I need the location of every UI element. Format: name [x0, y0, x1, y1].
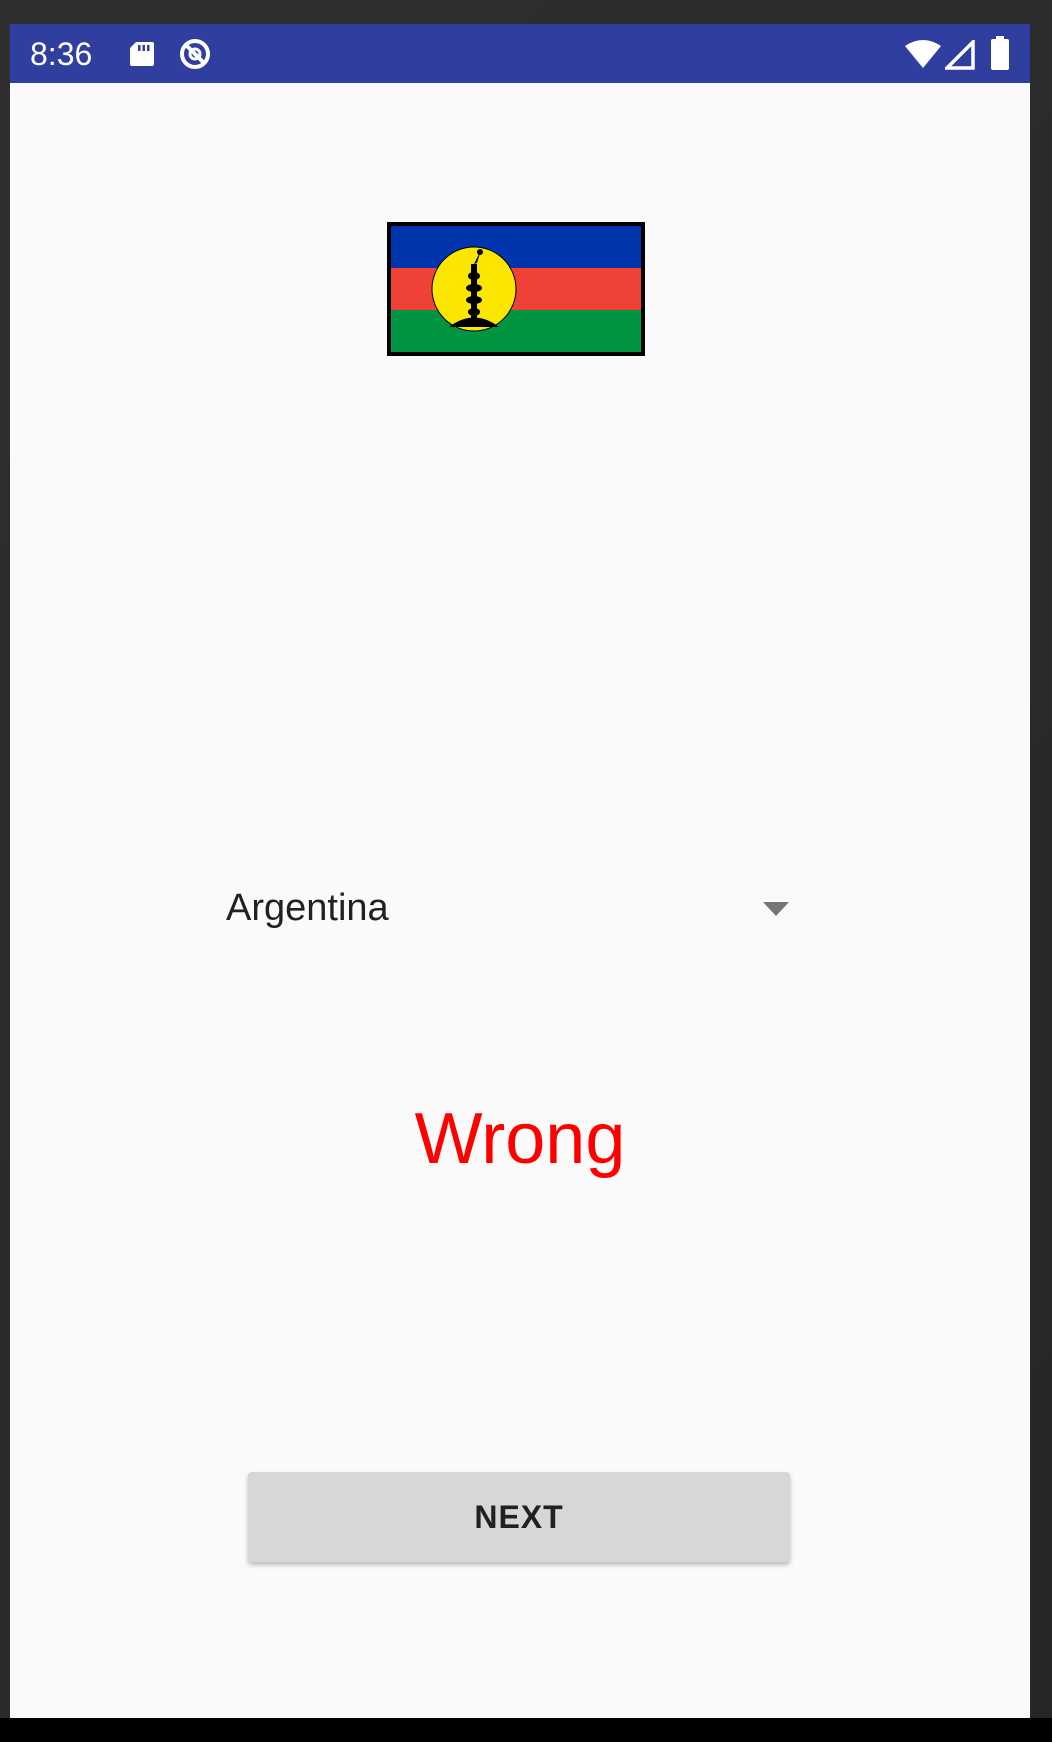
sd-card-icon	[130, 42, 154, 66]
device-frame: 8:36 Argentina Wrong NEXT	[0, 0, 1052, 1742]
bottom-bar	[0, 1718, 1052, 1742]
country-spinner[interactable]: Argentina	[210, 866, 810, 946]
cell-signal-icon	[945, 40, 975, 70]
do-not-disturb-icon	[180, 39, 210, 69]
status-bar: 8:36	[10, 24, 1030, 83]
result-text: Wrong	[414, 1099, 626, 1179]
country-flag-image	[387, 222, 645, 356]
next-button-label: NEXT	[474, 1498, 564, 1535]
battery-icon	[991, 36, 1009, 70]
new-caledonia-flag-icon	[391, 226, 641, 352]
next-button[interactable]: NEXT	[248, 1472, 790, 1562]
dropdown-arrow-icon	[763, 902, 789, 916]
spinner-selected-value: Argentina	[226, 887, 389, 929]
app-screen: 8:36 Argentina Wrong NEXT	[10, 24, 1030, 1718]
status-time: 8:36	[30, 36, 93, 72]
wifi-icon	[905, 40, 941, 68]
